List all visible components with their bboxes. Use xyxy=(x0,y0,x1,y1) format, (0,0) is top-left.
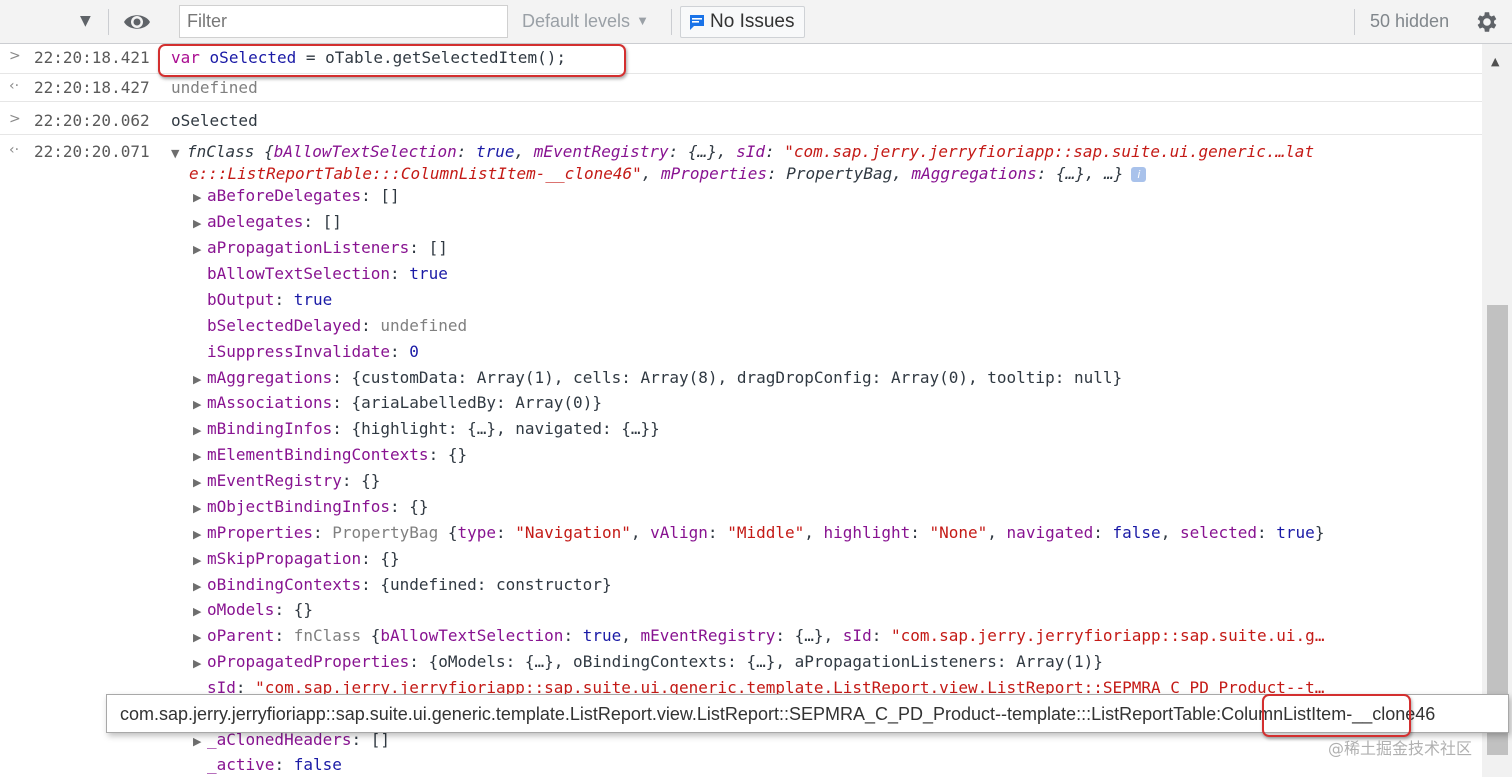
property-mElementBindingContexts[interactable]: ▶ mElementBindingContexts: {} xyxy=(193,445,467,464)
property-mProperties[interactable]: ▶ mProperties: PropertyBag {type: "Naviga… xyxy=(193,523,1324,542)
chevron-down-icon: ▼ xyxy=(636,13,649,28)
collapsed-triangle-icon[interactable]: ▶ xyxy=(193,424,207,437)
property-mObjectBindingInfos[interactable]: ▶ mObjectBindingInfos: {} xyxy=(193,497,429,516)
property-mSkipPropagation[interactable]: ▶ mSkipPropagation: {} xyxy=(193,549,400,568)
property-aDelegates[interactable]: ▶ aDelegates: [] xyxy=(193,212,342,231)
highlight-box xyxy=(1262,694,1411,737)
expanded-triangle-icon[interactable]: ▼ xyxy=(171,147,187,160)
property-bSelectedDelayed: bSelectedDelayed: undefined xyxy=(207,316,468,335)
toolbar-divider xyxy=(1354,9,1355,35)
property-mEventRegistry[interactable]: ▶ mEventRegistry: {} xyxy=(193,471,380,490)
collapsed-triangle-icon[interactable]: ▶ xyxy=(193,450,207,463)
collapsed-triangle-icon[interactable]: ▶ xyxy=(193,476,207,489)
property-mBindingInfos[interactable]: ▶ mBindingInfos: {highlight: {…}, navigat… xyxy=(193,419,660,438)
collapsed-triangle-icon[interactable]: ▶ xyxy=(193,217,207,230)
console-input-row: > 22:20:20.062 oSelected xyxy=(0,105,1482,135)
collapsed-triangle-icon[interactable]: ▶ xyxy=(193,735,207,748)
collapsed-triangle-icon[interactable]: ▶ xyxy=(193,502,207,515)
property-mAggregations[interactable]: ▶ mAggregations: {customData: Array(1), c… xyxy=(193,368,1122,387)
toolbar-divider xyxy=(108,9,109,35)
hidden-count[interactable]: 50 hidden xyxy=(1370,11,1449,32)
log-levels-label: Default levels xyxy=(522,11,631,31)
property-aPropagationListeners[interactable]: ▶ aPropagationListeners: [] xyxy=(193,238,448,257)
property-oPropagatedProperties[interactable]: ▶ oPropagatedProperties: {oModels: {…}, o… xyxy=(193,652,1103,671)
toolbar-divider xyxy=(671,9,672,35)
log-levels-dropdown[interactable]: Default levels ▼ xyxy=(522,11,649,32)
timestamp: 22:20:18.427 xyxy=(34,78,150,97)
object-summary-line1[interactable]: ▼ fnClass {bAllowTextSelection: true, mEv… xyxy=(171,142,1314,161)
timestamp: 22:20:20.062 xyxy=(34,111,150,130)
property-iSuppressInvalidate: iSuppressInvalidate: 0 xyxy=(207,342,419,361)
collapsed-triangle-icon[interactable]: ▶ xyxy=(193,191,207,204)
collapsed-triangle-icon[interactable]: ▶ xyxy=(193,398,207,411)
message-icon xyxy=(690,14,704,30)
property-bOutput: bOutput: true xyxy=(207,290,333,309)
timestamp: 22:20:18.421 xyxy=(34,48,150,67)
scrollbar-thumb[interactable] xyxy=(1487,305,1508,755)
collapsed-triangle-icon[interactable]: ▶ xyxy=(193,580,207,593)
property-mAssociations[interactable]: ▶ mAssociations: {ariaLabelledBy: Array(0… xyxy=(193,393,602,412)
eye-icon[interactable] xyxy=(122,10,152,34)
object-summary-line2: e:::ListReportTable:::ColumnListItem-__c… xyxy=(189,164,1147,183)
console-toolbar: ▼ Default levels ▼ No Issues 50 hidden xyxy=(0,0,1512,44)
watermark: @稀土掘金技术社区 xyxy=(1328,739,1473,758)
console-output: > 22:20:18.421 var oSelected = oTable.ge… xyxy=(0,44,1482,777)
property-active: _active: false xyxy=(207,755,342,774)
property-oParent[interactable]: ▶ oParent: fnClass {bAllowTextSelection: … xyxy=(193,626,1324,645)
timestamp: 22:20:20.071 xyxy=(34,142,150,161)
console-command[interactable]: oSelected xyxy=(171,111,258,130)
result-arrow-icon: ‹· xyxy=(9,142,20,158)
highlight-box xyxy=(158,44,626,77)
gear-icon[interactable] xyxy=(1473,9,1499,35)
collapsed-triangle-icon[interactable]: ▶ xyxy=(193,554,207,567)
scroll-up-arrow-icon[interactable]: ▲ xyxy=(1491,55,1499,68)
result-value: undefined xyxy=(171,78,258,97)
issues-label: No Issues xyxy=(710,11,795,32)
issues-button[interactable]: No Issues xyxy=(680,6,805,38)
collapsed-triangle-icon[interactable]: ▶ xyxy=(193,528,207,541)
property-bAllowTextSelection: bAllowTextSelection: true xyxy=(207,264,448,283)
property-oModels[interactable]: ▶ oModels: {} xyxy=(193,600,313,619)
collapsed-triangle-icon[interactable]: ▶ xyxy=(193,373,207,386)
input-prompt-icon: > xyxy=(9,111,21,127)
collapsed-triangle-icon[interactable]: ▶ xyxy=(193,243,207,256)
input-prompt-icon: > xyxy=(9,48,21,64)
console-result-row: ‹· 22:20:18.427 undefined xyxy=(0,74,1482,102)
filter-input[interactable] xyxy=(179,5,508,38)
result-arrow-icon: ‹· xyxy=(9,78,20,94)
collapsed-triangle-icon[interactable]: ▶ xyxy=(193,657,207,670)
context-dropdown-arrow-icon[interactable]: ▼ xyxy=(80,13,91,29)
collapsed-triangle-icon[interactable]: ▶ xyxy=(193,631,207,644)
property-oBindingContexts[interactable]: ▶ oBindingContexts: {undefined: construct… xyxy=(193,575,612,594)
collapsed-triangle-icon[interactable]: ▶ xyxy=(193,605,207,618)
info-icon[interactable]: i xyxy=(1131,167,1147,182)
property-aBeforeDelegates[interactable]: ▶ aBeforeDelegates: [] xyxy=(193,186,400,205)
